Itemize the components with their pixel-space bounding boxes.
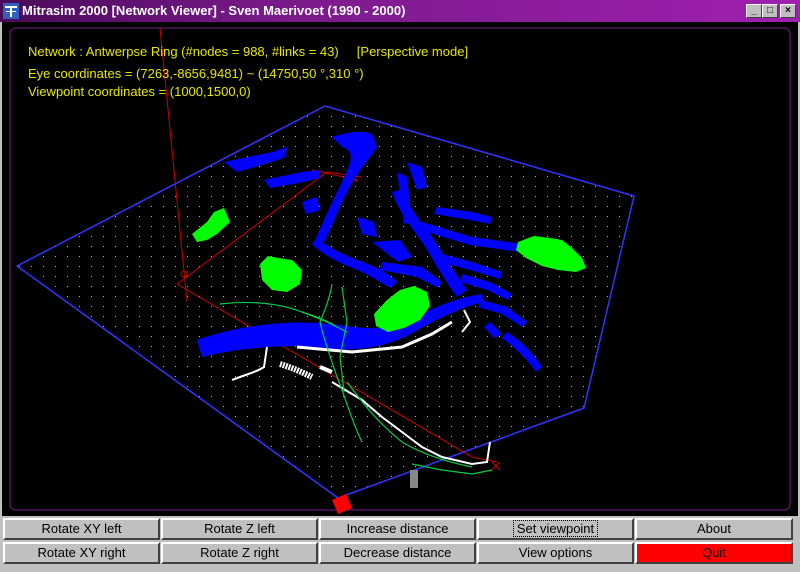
quit-button[interactable]: Quit [635, 542, 793, 564]
title-bar[interactable]: Mitrasim 2000 [Network Viewer] - Sven Ma… [0, 0, 800, 22]
decrease-distance-button[interactable]: Decrease distance [319, 542, 476, 564]
network-3d-viewport[interactable]: Network : Antwerpse Ring (#nodes = 988, … [2, 22, 798, 516]
vehicle-marker[interactable] [332, 494, 352, 514]
rotate-z-left-label: Rotate Z left [204, 521, 275, 536]
increase-distance-button[interactable]: Increase distance [319, 518, 476, 540]
control-button-bar: Rotate XY left Rotate Z left Increase di… [0, 516, 800, 572]
info-viewpoint-coordinates: Viewpoint coordinates = (1000,1500,0) [28, 84, 251, 99]
ground-plane [15, 105, 635, 499]
app-logo-icon [3, 3, 19, 19]
about-label: About [697, 521, 731, 536]
rotate-xy-left-label: Rotate XY left [41, 521, 122, 536]
rotate-xy-left-button[interactable]: Rotate XY left [3, 518, 160, 540]
rotate-xy-right-label: Rotate XY right [37, 545, 126, 560]
app-window: Mitrasim 2000 [Network Viewer] - Sven Ma… [0, 0, 800, 572]
maximize-button[interactable]: □ [762, 4, 778, 18]
set-viewpoint-label: Set viewpoint [512, 520, 599, 537]
rotate-xy-right-button[interactable]: Rotate XY right [3, 542, 160, 564]
detector-marker [410, 470, 418, 488]
quit-label: Quit [702, 545, 726, 560]
info-eye-coordinates: Eye coordinates = (7263,-8656,9481) ~ (1… [28, 66, 364, 81]
set-viewpoint-button[interactable]: Set viewpoint [477, 518, 634, 540]
view-options-button[interactable]: View options [477, 542, 634, 564]
rotate-z-left-button[interactable]: Rotate Z left [161, 518, 318, 540]
y-axis-end-marker [491, 461, 501, 471]
window-title: Mitrasim 2000 [Network Viewer] - Sven Ma… [22, 3, 406, 18]
rotate-z-right-label: Rotate Z right [200, 545, 279, 560]
increase-distance-label: Increase distance [346, 521, 449, 536]
rotate-z-right-button[interactable]: Rotate Z right [161, 542, 318, 564]
minimize-button[interactable]: _ [746, 4, 762, 18]
close-button[interactable]: × [780, 4, 796, 18]
view-options-label: View options [518, 545, 593, 560]
info-network: Network : Antwerpse Ring (#nodes = 988, … [28, 44, 469, 59]
about-button[interactable]: About [635, 518, 793, 540]
decrease-distance-label: Decrease distance [343, 545, 452, 560]
